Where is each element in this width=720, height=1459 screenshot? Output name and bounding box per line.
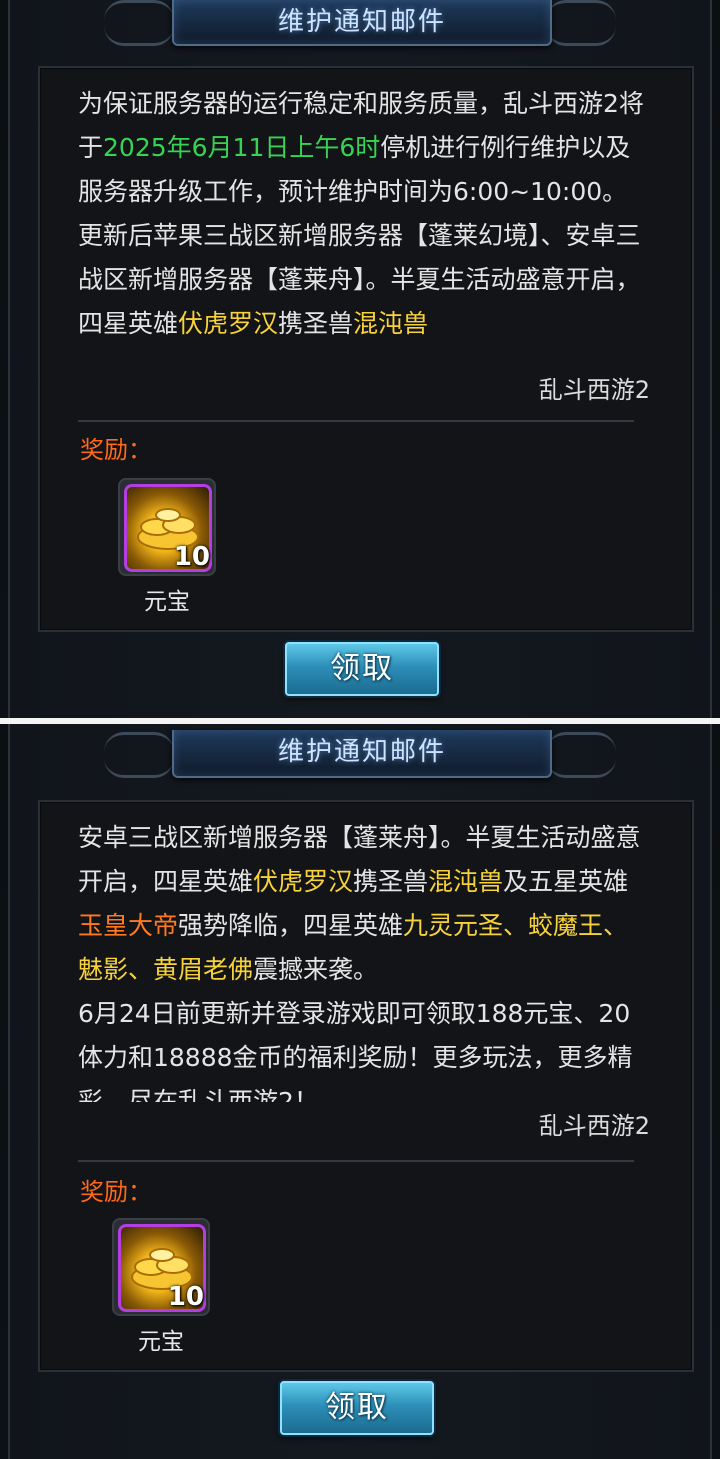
body-text-segment: 伏虎罗汉 xyxy=(253,867,354,896)
mail-title: 维护通知邮件 xyxy=(277,7,446,37)
divider-line xyxy=(78,420,634,422)
body-text-segment: 6月24日前更新并登录游戏即可领取188元宝、20体力和18888金币的福利奖励… xyxy=(78,999,633,1102)
body-text-segment: 及五星英雄 xyxy=(503,867,629,896)
banner-ornament-left xyxy=(104,732,174,778)
reward-quantity: 10 xyxy=(167,1282,204,1312)
reward-item-name: 元宝 xyxy=(138,1329,184,1355)
body-text-segment: 混沌兽 xyxy=(353,309,429,338)
mail-screen-1: 维护通知邮件 为保证服务器的运行稳定和服务质量，乱斗西游2将于2025年6月11… xyxy=(0,0,720,718)
divider-line xyxy=(78,1160,634,1162)
claim-button[interactable]: 领取 xyxy=(285,642,439,696)
mail-content-panel[interactable]: 为保证服务器的运行稳定和服务质量，乱斗西游2将于2025年6月11日上午6时停机… xyxy=(38,66,694,632)
body-text-segment: 携圣兽 xyxy=(278,309,354,338)
body-text-segment: 玉皇大帝 xyxy=(78,911,179,940)
body-text-segment: 震撼来袭。 xyxy=(253,955,379,984)
reward-quantity: 10 xyxy=(173,542,210,572)
mail-content-panel[interactable]: 安卓三战区新增服务器【蓬莱舟】。半夏生活动盛意开启，四星英雄伏虎罗汉携圣兽混沌兽… xyxy=(38,800,694,1372)
title-banner: 维护通知邮件 xyxy=(172,0,552,46)
reward-item-slot[interactable]: 10 xyxy=(118,478,216,576)
reward-item-slot[interactable]: 10 xyxy=(112,1218,210,1316)
banner-ornament-right xyxy=(546,0,616,46)
reward-item-name: 元宝 xyxy=(144,589,190,615)
mail-sender: 乱斗西游2 xyxy=(538,1112,650,1140)
claim-button-label: 领取 xyxy=(325,1390,389,1425)
body-text-segment: 强势降临，四星英雄 xyxy=(178,911,404,940)
banner-ornament-left xyxy=(104,0,174,46)
mail-sender: 乱斗西游2 xyxy=(538,376,650,404)
reward-label: 奖励： xyxy=(80,436,152,464)
mail-title: 维护通知邮件 xyxy=(277,737,446,767)
claim-button-label: 领取 xyxy=(330,651,394,686)
body-text-segment: 携圣兽 xyxy=(353,867,429,896)
body-text-segment: 伏虎罗汉 xyxy=(178,309,279,338)
mail-body-text[interactable]: 为保证服务器的运行稳定和服务质量，乱斗西游2将于2025年6月11日上午6时停机… xyxy=(78,82,650,368)
mail-body-text[interactable]: 安卓三战区新增服务器【蓬莱舟】。半夏生活动盛意开启，四星英雄伏虎罗汉携圣兽混沌兽… xyxy=(78,816,650,1102)
body-text-segment: 2025年6月11日上午6时 xyxy=(103,133,381,162)
reward-label: 奖励： xyxy=(80,1178,152,1206)
claim-button[interactable]: 领取 xyxy=(280,1381,434,1435)
banner-ornament-right xyxy=(546,732,616,778)
mail-screen-2: 维护通知邮件 安卓三战区新增服务器【蓬莱舟】。半夏生活动盛意开启，四星英雄伏虎罗… xyxy=(0,724,720,1459)
body-text-segment: 混沌兽 xyxy=(428,867,504,896)
title-banner: 维护通知邮件 xyxy=(172,730,552,778)
